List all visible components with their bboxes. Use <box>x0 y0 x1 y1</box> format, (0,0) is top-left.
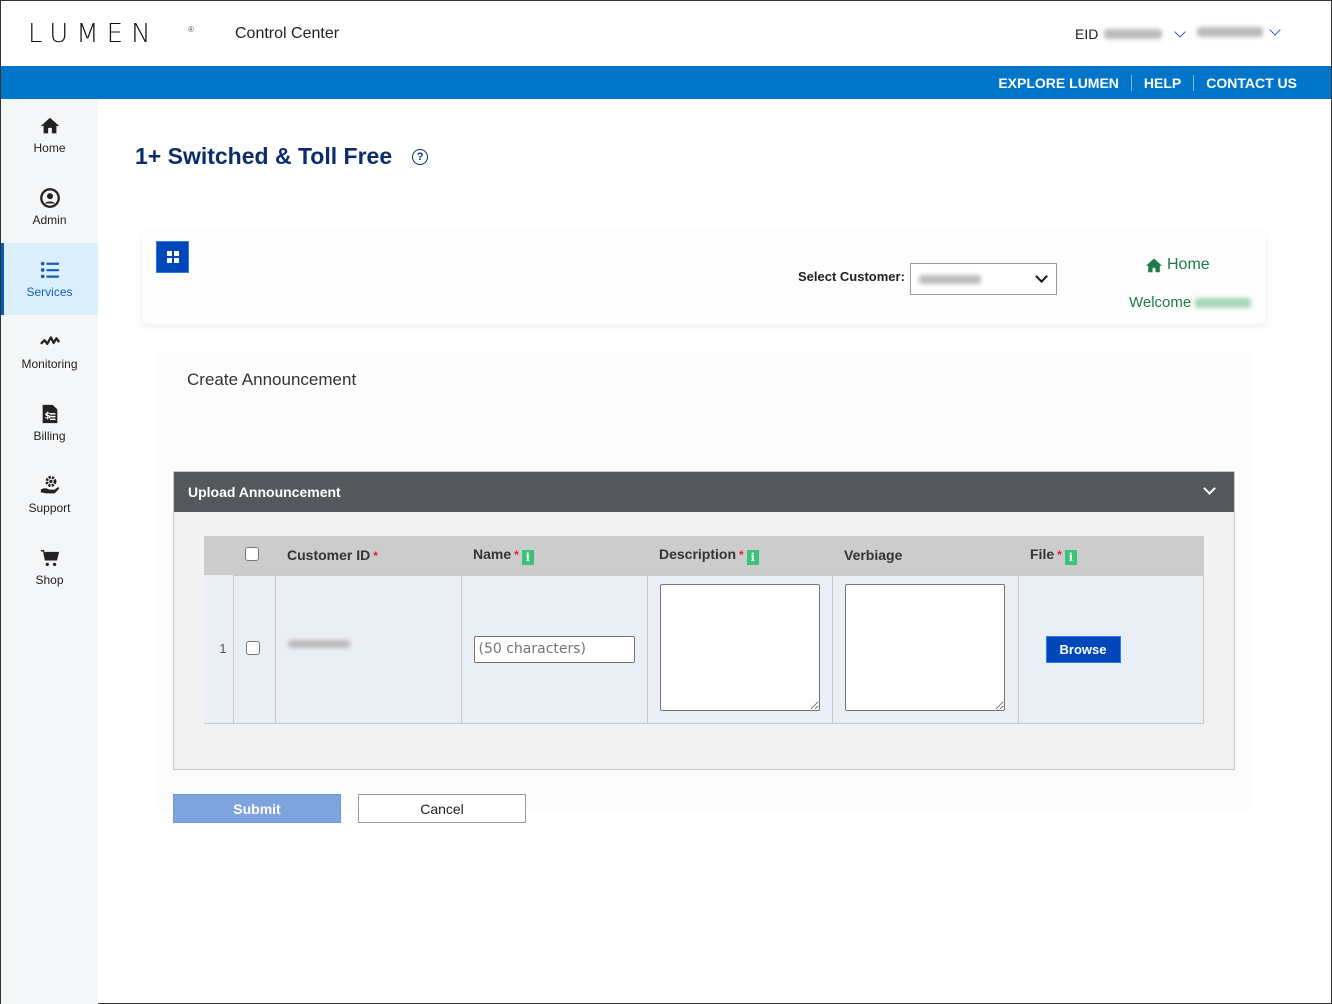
eid-label: EID <box>1075 26 1099 42</box>
sidebar-item-label: Monitoring <box>21 357 78 371</box>
select-customer-dropdown[interactable] <box>910 263 1057 295</box>
home-icon <box>1146 258 1162 273</box>
apps-menu-button[interactable] <box>156 241 189 273</box>
info-icon[interactable]: i <box>1064 549 1077 565</box>
chevron-down-icon <box>1035 270 1048 283</box>
select-customer-label: Select Customer: <box>798 269 905 284</box>
column-header-verbiage: Verbiage <box>832 536 1018 575</box>
username-redacted <box>1197 27 1263 37</box>
select-all-checkbox[interactable] <box>245 546 259 561</box>
column-header-name: Name * i <box>461 536 647 575</box>
explore-lumen-link[interactable]: EXPLORE LUMEN <box>986 75 1131 91</box>
column-label: Verbiage <box>844 547 903 564</box>
select-all-header <box>233 536 275 575</box>
top-header: LUMEN ® Control Center EID <box>1 1 1331 66</box>
page-title-text: 1+ Switched & Toll Free <box>135 143 393 169</box>
required-asterisk: * <box>739 547 744 562</box>
contact-us-link[interactable]: CONTACT US <box>1194 75 1309 91</box>
eid-value-redacted <box>1104 29 1163 39</box>
eid-selector[interactable]: EID <box>1075 26 1190 42</box>
sidebar-item-admin[interactable]: Admin <box>1 171 98 243</box>
customer-id-redacted <box>287 639 350 648</box>
column-label: Customer ID <box>287 547 371 564</box>
cancel-button[interactable]: Cancel <box>358 794 526 823</box>
home-link-text: Home <box>1167 256 1210 273</box>
file-cell: Browse <box>1017 574 1204 724</box>
panel-header[interactable]: Upload Announcement <box>174 472 1234 512</box>
chevron-down-icon[interactable] <box>1203 482 1216 495</box>
sidebar: Home Admin Services Monitoring $ Billing… <box>1 99 98 1004</box>
description-textarea[interactable] <box>659 584 820 711</box>
utility-nav: EXPLORE LUMEN HELP CONTACT US <box>1 66 1331 99</box>
row-number: 1 <box>204 575 234 724</box>
required-asterisk: * <box>514 547 519 562</box>
welcome-user-redacted <box>1195 297 1252 308</box>
info-icon[interactable]: i <box>746 549 759 565</box>
required-asterisk: * <box>1057 547 1062 562</box>
sidebar-item-shop[interactable]: Shop <box>1 531 98 603</box>
browse-button[interactable]: Browse <box>1045 635 1121 663</box>
sidebar-item-services[interactable]: Services <box>1 243 98 315</box>
sidebar-item-label: Services <box>26 285 73 299</box>
row-number-header <box>204 536 233 575</box>
column-header-description: Description * i <box>647 536 832 575</box>
column-label: Name <box>473 545 512 562</box>
name-cell <box>460 574 648 724</box>
welcome-message: Welcome <box>1129 294 1252 311</box>
grid-icon <box>166 251 179 263</box>
announcement-table: Customer ID * Name * i Description * i Verbia… <box>204 536 1204 724</box>
home-link[interactable]: Home <box>1145 256 1210 274</box>
column-header-file: File * i <box>1018 536 1204 575</box>
sidebar-item-label: Home <box>33 141 66 155</box>
description-cell <box>646 574 833 724</box>
user-menu[interactable] <box>1197 24 1285 38</box>
column-label: Description <box>659 545 737 562</box>
sidebar-item-monitoring[interactable]: Monitoring <box>1 315 98 387</box>
sidebar-item-label: Billing <box>33 429 66 443</box>
sidebar-item-billing[interactable]: $ Billing <box>1 387 98 459</box>
app-title: Control Center <box>235 25 340 42</box>
sidebar-item-home[interactable]: Home <box>1 99 98 171</box>
selected-customer-redacted <box>919 274 981 284</box>
help-link[interactable]: HELP <box>1132 75 1193 91</box>
required-asterisk: * <box>373 549 378 564</box>
registered-mark: ® <box>188 25 194 34</box>
logo-text: LUMEN <box>28 19 159 49</box>
sidebar-item-label: Shop <box>35 573 64 587</box>
verbiage-textarea[interactable] <box>844 584 1005 711</box>
support-gear-icon <box>40 475 59 494</box>
customer-toolbar: Select Customer: Home Welcome <box>142 229 1266 324</box>
sidebar-item-label: Admin <box>32 213 67 227</box>
chevron-down-icon <box>1269 24 1281 36</box>
cart-icon <box>40 549 59 567</box>
row-select-cell <box>232 574 276 724</box>
table-header-row: Customer ID * Name * i Description * i Verbia… <box>204 536 1204 575</box>
upload-announcement-panel: Upload Announcement Customer ID * Name * i … <box>173 471 1235 770</box>
column-label: File <box>1030 545 1055 562</box>
customer-id-cell <box>274 574 462 724</box>
lumen-logo[interactable]: LUMEN ® <box>28 19 194 49</box>
sidebar-item-support[interactable]: Support <box>1 459 98 531</box>
svg-text:$: $ <box>44 411 50 422</box>
name-input[interactable] <box>473 635 635 663</box>
help-circle-icon[interactable]: ? <box>412 148 429 165</box>
row-checkbox[interactable] <box>245 640 260 655</box>
column-header-customer-id: Customer ID * <box>275 536 461 575</box>
welcome-text: Welcome <box>1129 294 1192 311</box>
page-title: 1+ Switched & Toll Free ? <box>135 143 429 170</box>
invoice-icon: $ <box>42 404 57 424</box>
panel-title: Upload Announcement <box>188 484 341 500</box>
home-icon <box>40 117 59 134</box>
user-circle-icon <box>39 188 60 208</box>
pulse-icon <box>39 336 60 345</box>
section-title: Create Announcement <box>187 370 357 389</box>
list-icon <box>40 261 59 279</box>
info-icon[interactable]: i <box>521 549 534 565</box>
sidebar-item-label: Support <box>28 501 71 515</box>
table-row: 1 Browse <box>204 574 1204 724</box>
submit-button[interactable]: Submit <box>173 794 341 823</box>
verbiage-cell <box>831 574 1019 724</box>
chevron-down-icon <box>1174 26 1187 38</box>
